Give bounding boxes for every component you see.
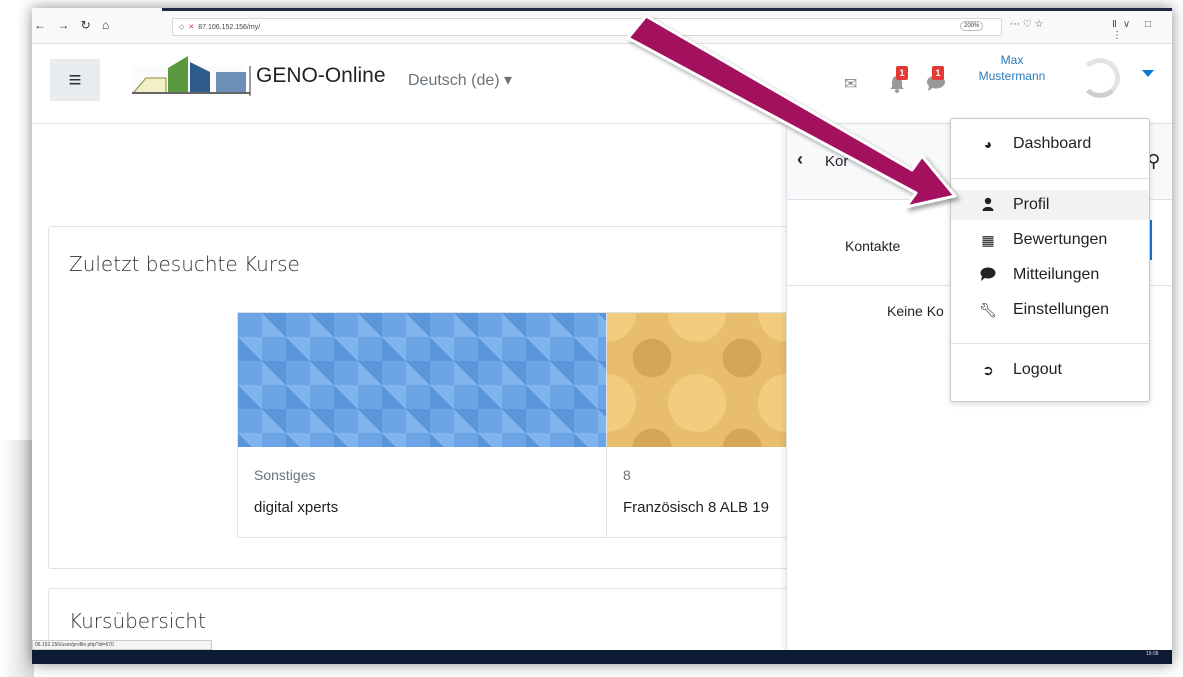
address-bar[interactable]: ◇ ✕ 87.106.152.156/my/ [172,18,1002,36]
course-name-link[interactable]: Französisch 8 ALB 19 [623,499,769,516]
block-title: Kursübersicht [69,609,206,633]
user-menu-toggle[interactable]: Max Mustermann [962,52,1062,84]
dashboard-icon: ◕ [983,136,993,152]
browser-toolbar: ← → ↻ ⌂ ◇ ✕ 87.106.152.156/my/ 200% ⋯ ♡ ☆ … [32,8,1172,44]
avatar[interactable] [1080,58,1120,98]
page-header [32,125,792,223]
browser-menu-icons[interactable]: Ⅱ∨ □ ⋮ [1112,19,1172,41]
menu-divider [951,343,1149,344]
browser-tab-strip [162,8,1172,11]
message-count-badge: 1 [932,66,944,80]
empty-contacts-text: Keine Ko [887,303,944,319]
menu-item-label: Logout [1013,361,1062,378]
insecure-lock-icon: ✕ [188,24,195,31]
menu-item-messages[interactable]: Mitteilungen [951,260,1149,290]
menu-item-label: Bewertungen [1013,231,1108,248]
menu-item-grades[interactable]: ▦ Bewertungen [951,225,1149,255]
url-text: 87.106.152.156/my/ [198,24,261,31]
status-bar-url: 06.152.156/user/profile.php?id=670 [32,640,212,650]
menu-item-label: Dashboard [1013,135,1092,152]
page-actions[interactable]: ⋯ ♡ ☆ [1010,19,1044,30]
course-category: Sonstiges [254,467,316,483]
browser-nav-icons[interactable]: ← → ↻ ⌂ [34,18,113,32]
chevron-left-icon[interactable]: ‹ [797,149,803,170]
course-category: 8 [623,467,631,483]
tab-contacts[interactable]: Kontakte [845,238,900,254]
course-card[interactable]: Sonstiges digital xperts [237,312,607,538]
user-first-name: Max [1000,53,1024,67]
block-title: Zuletzt besuchte Kurse [69,252,300,276]
site-logo[interactable] [132,52,252,98]
course-image[interactable] [238,313,606,447]
comment-icon [977,267,999,284]
site-name[interactable]: GENO-Online [256,64,386,88]
screenshot-frame: ← → ↻ ⌂ ◇ ✕ 87.106.152.156/my/ 200% ⋯ ♡ ☆ … [32,8,1172,664]
menu-item-logout[interactable]: ➲ Logout [951,355,1149,385]
shield-icon: ◇ [179,24,185,31]
envelope-icon[interactable]: ✉ [844,74,857,94]
menu-item-label: Profil [1013,196,1050,213]
wrench-icon: 🔧︎ [979,301,997,318]
user-last-name: Mustermann [978,69,1046,83]
menu-item-dashboard[interactable]: ◕ Dashboard [951,129,1149,159]
menu-divider [951,178,1149,179]
menu-toggle-button[interactable]: ≡ [50,59,100,101]
zoom-level[interactable]: 200% [960,21,984,31]
user-dropdown-menu: ◕ Dashboard Profil ▦ Bewertungen Mitteil… [950,118,1150,402]
menu-item-preferences[interactable]: 🔧︎ Einstellungen [951,295,1149,325]
notification-count-badge: 1 [896,66,908,80]
language-menu[interactable]: Deutsch (de) ▾ [408,70,512,90]
user-icon [977,197,999,214]
menu-item-label: Einstellungen [1013,301,1110,318]
page-shadow [0,440,34,677]
course-name-link[interactable]: digital xperts [254,499,338,516]
os-taskbar: 15:08 [32,650,1172,664]
taskbar-clock: 15:08 [1146,651,1159,657]
site-navbar: ≡ GENO-Online Deutsch (de) ▾ ✉ 1 1 Max M… [32,44,1172,124]
table-icon: ▦ [981,231,995,248]
menu-item-profile[interactable]: Profil [951,190,1149,220]
menu-item-label: Mitteilungen [1013,266,1100,283]
sign-out-icon: ➲ [982,361,994,378]
drawer-title: Kor [825,153,849,170]
chevron-down-icon[interactable] [1142,70,1154,77]
hamburger-icon: ≡ [68,67,82,92]
